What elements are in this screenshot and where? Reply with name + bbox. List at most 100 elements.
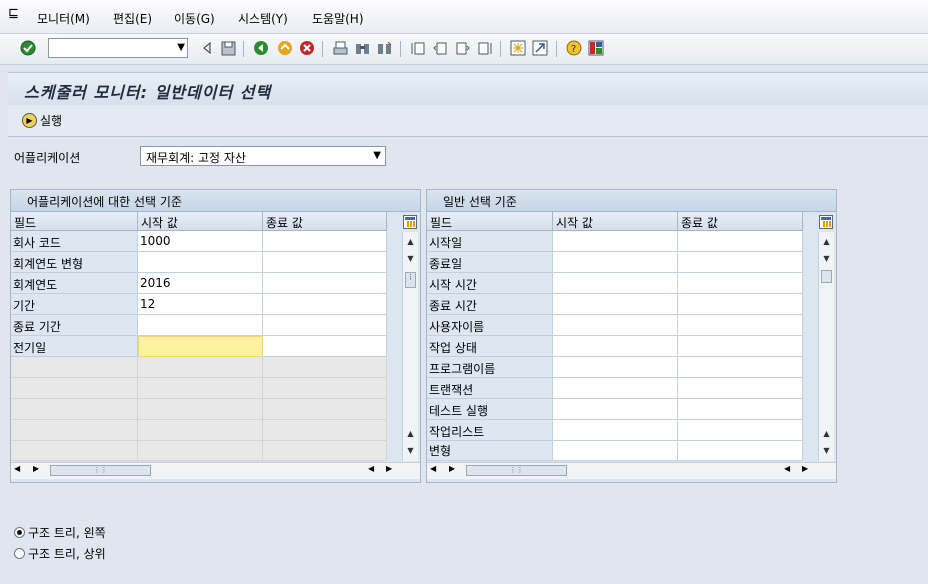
- from-value-input[interactable]: [553, 336, 678, 357]
- radio-button-selected[interactable]: [14, 527, 25, 538]
- from-value-input[interactable]: [553, 399, 678, 420]
- from-value-input[interactable]: [553, 420, 678, 441]
- horizontal-scrollbar[interactable]: ◀ ▶ ⋮⋮ ◀ ▶: [427, 462, 836, 479]
- to-value-input[interactable]: [678, 357, 803, 378]
- scroll-right-icon[interactable]: ▶: [449, 464, 455, 473]
- scroll-up-icon[interactable]: ▲: [819, 234, 834, 248]
- from-value-input[interactable]: [553, 294, 678, 315]
- radio-tree-top[interactable]: 구조 트리, 상위: [14, 545, 106, 562]
- column-config-icon[interactable]: [819, 215, 833, 229]
- menu-edit[interactable]: 편집(E): [113, 10, 152, 27]
- menu-help[interactable]: 도움말(H): [312, 10, 364, 27]
- from-value-input[interactable]: [553, 231, 678, 252]
- column-header-from[interactable]: 시작 값: [553, 212, 678, 231]
- to-value-input[interactable]: [678, 315, 803, 336]
- from-value-input[interactable]: [138, 252, 263, 273]
- from-value-input[interactable]: [553, 357, 678, 378]
- scroll-right-icon[interactable]: ▶: [802, 464, 808, 473]
- execute-button[interactable]: ▶ 실행: [22, 112, 62, 129]
- to-value-input[interactable]: [678, 252, 803, 273]
- to-value-input[interactable]: [678, 399, 803, 420]
- column-header-from[interactable]: 시작 값: [138, 212, 263, 231]
- horizontal-scroll-thumb[interactable]: ⋮⋮: [466, 465, 567, 476]
- back-icon[interactable]: [252, 39, 270, 57]
- menu-goto[interactable]: 이동(G): [174, 10, 215, 27]
- scroll-left-icon[interactable]: ◀: [14, 464, 20, 473]
- to-value-input[interactable]: [678, 420, 803, 441]
- menu-system[interactable]: 시스템(Y): [238, 10, 288, 27]
- radio-tree-left[interactable]: 구조 트리, 왼쪽: [14, 524, 106, 541]
- next-page-icon[interactable]: [453, 39, 471, 57]
- collapse-icon[interactable]: [198, 39, 216, 57]
- horizontal-scrollbar[interactable]: ◀ ▶ ⋮⋮ ◀ ▶: [11, 462, 420, 479]
- to-value-input[interactable]: [263, 273, 387, 294]
- chevron-down-icon[interactable]: ▼: [373, 150, 381, 161]
- from-value-input-focused[interactable]: [138, 336, 263, 357]
- to-value-input[interactable]: [678, 336, 803, 357]
- execute-icon: ▶: [22, 113, 37, 128]
- to-value-input[interactable]: [263, 336, 387, 357]
- find-icon[interactable]: [353, 39, 371, 57]
- to-value-input[interactable]: [263, 231, 387, 252]
- from-value-input[interactable]: 1000: [138, 231, 263, 252]
- scroll-down-icon[interactable]: ▼: [819, 251, 834, 265]
- layout-menu-icon[interactable]: [587, 39, 605, 57]
- vertical-scrollbar[interactable]: ▲ ▼ ▲ ▼: [818, 232, 834, 461]
- help-icon[interactable]: ?: [565, 39, 583, 57]
- to-value-input[interactable]: [678, 441, 803, 461]
- column-header-to[interactable]: 종료 값: [678, 212, 803, 231]
- toolbar-separator: [556, 41, 557, 57]
- to-value-input[interactable]: [263, 294, 387, 315]
- menu-monitor[interactable]: 모니터(M): [37, 10, 90, 27]
- scroll-right-icon[interactable]: ▶: [386, 464, 392, 473]
- from-value-input[interactable]: [553, 252, 678, 273]
- column-header-field[interactable]: 필드: [11, 212, 138, 231]
- from-value-input[interactable]: [553, 441, 678, 461]
- print-icon[interactable]: [331, 39, 349, 57]
- scroll-page-up-icon[interactable]: ▲: [403, 426, 418, 440]
- from-value-input[interactable]: [553, 315, 678, 336]
- scroll-up-icon[interactable]: ▲: [403, 234, 418, 248]
- to-value-input[interactable]: [263, 315, 387, 336]
- column-config-icon[interactable]: [403, 215, 417, 229]
- horizontal-scroll-thumb[interactable]: ⋮⋮: [50, 465, 151, 476]
- from-value-input[interactable]: 2016: [138, 273, 263, 294]
- scroll-page-down-icon[interactable]: ▼: [403, 443, 418, 457]
- generate-shortcut-icon[interactable]: [531, 39, 549, 57]
- previous-page-icon[interactable]: [431, 39, 449, 57]
- to-value-input[interactable]: [678, 294, 803, 315]
- save-icon[interactable]: [219, 39, 237, 57]
- to-value-input[interactable]: [678, 378, 803, 399]
- column-header-to[interactable]: 종료 값: [263, 212, 387, 231]
- scroll-thumb[interactable]: [821, 270, 832, 283]
- column-header-field[interactable]: 필드: [427, 212, 553, 231]
- from-value-input[interactable]: [553, 273, 678, 294]
- first-page-icon[interactable]: [409, 39, 427, 57]
- from-value-input[interactable]: [138, 315, 263, 336]
- find-next-icon[interactable]: [375, 39, 393, 57]
- application-select[interactable]: 재무회계: 고정 자산 ▼: [140, 146, 386, 166]
- scroll-page-up-icon[interactable]: ▲: [819, 426, 834, 440]
- to-value-input[interactable]: [263, 252, 387, 273]
- scroll-left-icon[interactable]: ◀: [784, 464, 790, 473]
- from-value-input[interactable]: 12: [138, 294, 263, 315]
- command-dropdown-icon[interactable]: ▼: [177, 42, 185, 53]
- scroll-right-icon[interactable]: ▶: [33, 464, 39, 473]
- radio-button[interactable]: [14, 548, 25, 559]
- scroll-thumb[interactable]: ⋮: [405, 272, 416, 288]
- enter-icon[interactable]: [19, 39, 37, 57]
- create-session-icon[interactable]: [509, 39, 527, 57]
- last-page-icon[interactable]: [475, 39, 493, 57]
- scroll-left-icon[interactable]: ◀: [368, 464, 374, 473]
- scroll-down-icon[interactable]: ▼: [403, 251, 418, 265]
- from-value-input[interactable]: [553, 378, 678, 399]
- cancel-icon[interactable]: [298, 39, 316, 57]
- to-value-input[interactable]: [678, 231, 803, 252]
- scroll-left-icon[interactable]: ◀: [430, 464, 436, 473]
- to-value-input[interactable]: [678, 273, 803, 294]
- vertical-scrollbar[interactable]: ▲ ▼ ⋮ ▲ ▼: [402, 232, 418, 461]
- exit-icon[interactable]: [276, 39, 294, 57]
- command-field[interactable]: ▼: [48, 38, 188, 58]
- system-menu-icon[interactable]: ⊑: [8, 6, 24, 22]
- scroll-page-down-icon[interactable]: ▼: [819, 443, 834, 457]
